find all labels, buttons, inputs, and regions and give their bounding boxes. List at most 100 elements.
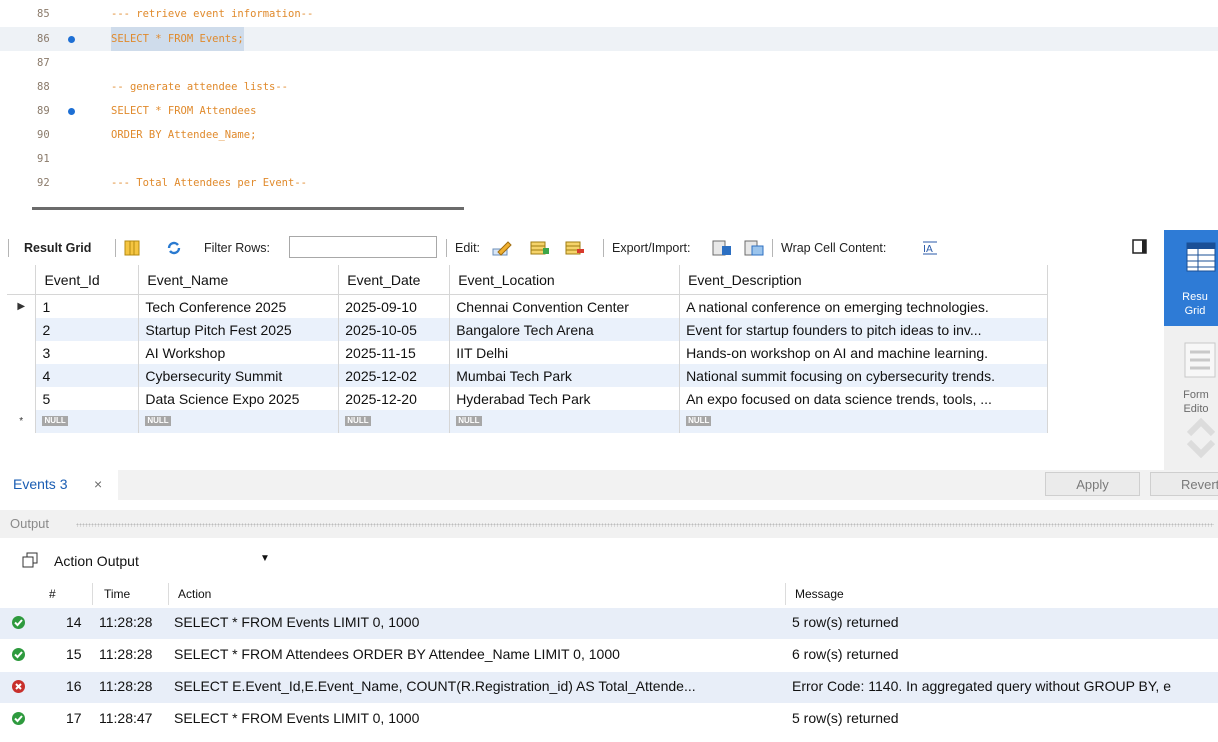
code-line[interactable]: 90 ORDER BY Attendee_Name; (0, 123, 1218, 147)
new-row[interactable]: * NULL NULL NULL NULL NULL (7, 410, 1048, 433)
column-header[interactable]: Time (104, 587, 130, 601)
table-cell[interactable]: 5 (35, 387, 140, 410)
table-cell[interactable]: 2025-12-02 (338, 364, 451, 387)
null-cell[interactable]: NULL (338, 410, 451, 433)
log-time: 11:28:28 (99, 646, 153, 662)
code-line-active[interactable]: 86 SELECT * FROM Events; (0, 27, 1218, 51)
grid-icon (1186, 242, 1216, 272)
chevron-down-icon: ▼ (260, 553, 270, 564)
table-cell[interactable]: Hyderabad Tech Park (449, 387, 681, 410)
table-cell[interactable]: Chennai Convention Center (449, 294, 681, 318)
tab-events-3[interactable]: Events 3 × (0, 470, 118, 500)
toggle-panel-icon[interactable] (1132, 239, 1148, 255)
log-row[interactable]: 14 11:28:28 SELECT * FROM Events LIMIT 0… (0, 608, 1218, 639)
table-cell[interactable]: Bangalore Tech Arena (449, 318, 681, 341)
table-cell[interactable]: AI Workshop (138, 341, 340, 364)
code-text: SELECT * FROM Attendees (111, 105, 257, 117)
import-icon[interactable] (744, 240, 764, 256)
revert-button[interactable]: Revert (1150, 472, 1218, 496)
result-tabs: Events 3 × Apply Revert (0, 470, 1218, 500)
log-message: 5 row(s) returned (792, 614, 899, 630)
code-line[interactable]: 92 --- Total Attendees per Event-- (0, 171, 1218, 195)
form-editor-icon[interactable] (1184, 342, 1216, 378)
log-row[interactable]: 16 11:28:28 SELECT E.Event_Id,E.Event_Na… (0, 672, 1218, 703)
table-cell[interactable]: Startup Pitch Fest 2025 (138, 318, 340, 341)
sql-editor[interactable]: 85 --- retrieve event information-- 86 S… (0, 0, 1218, 210)
table-cell[interactable]: Mumbai Tech Park (449, 364, 681, 387)
result-grid-panel-button[interactable]: Resu Grid (1164, 230, 1218, 326)
scroll-arrows-icon[interactable] (1186, 416, 1216, 460)
column-header[interactable]: Message (795, 587, 844, 601)
apply-button[interactable]: Apply (1045, 472, 1140, 496)
column-header[interactable]: Event_Name (138, 265, 340, 295)
grid-view-icon[interactable] (124, 240, 140, 256)
delete-row-icon[interactable] (565, 240, 585, 256)
table-cell[interactable]: 2025-09-10 (338, 294, 451, 318)
code-line[interactable]: 87 (0, 51, 1218, 75)
refresh-icon[interactable] (166, 240, 182, 256)
row-header[interactable] (7, 387, 37, 410)
null-cell[interactable]: NULL (679, 410, 1048, 433)
column-header[interactable]: Event_Description (679, 265, 1048, 295)
table-cell[interactable]: 2025-10-05 (338, 318, 451, 341)
table-cell[interactable]: Tech Conference 2025 (138, 294, 340, 318)
edit-row-icon[interactable] (492, 240, 514, 256)
table-cell[interactable]: 2 (35, 318, 140, 341)
export-icon[interactable] (712, 240, 732, 256)
table-cell[interactable]: 2025-11-15 (338, 341, 451, 364)
table-cell[interactable]: 2025-12-20 (338, 387, 451, 410)
table-row[interactable]: 4 Cybersecurity Summit 2025-12-02 Mumbai… (7, 364, 1048, 387)
filter-rows-input[interactable] (289, 236, 437, 258)
table-cell[interactable]: 4 (35, 364, 140, 387)
log-row[interactable]: 15 11:28:28 SELECT * FROM Attendees ORDE… (0, 640, 1218, 671)
column-header[interactable]: Event_Date (338, 265, 451, 295)
log-action: SELECT * FROM Events LIMIT 0, 1000 (174, 614, 420, 630)
row-header[interactable] (7, 364, 37, 387)
table-cell[interactable]: Cybersecurity Summit (138, 364, 340, 387)
table-cell[interactable]: IIT Delhi (449, 341, 681, 364)
code-line[interactable]: 88 -- generate attendee lists-- (0, 75, 1218, 99)
export-import-label: Export/Import: (612, 241, 691, 255)
table-cell[interactable]: Event for startup founders to pitch idea… (679, 318, 1048, 341)
row-header[interactable] (7, 318, 37, 341)
wrap-cell-icon[interactable]: IA (922, 240, 938, 256)
table-cell[interactable]: 1 (35, 294, 140, 318)
result-grid-tab[interactable]: Result Grid (24, 232, 91, 264)
table-cell[interactable]: 3 (35, 341, 140, 364)
table-cell[interactable]: Data Science Expo 2025 (138, 387, 340, 410)
code-line[interactable]: 91 (0, 147, 1218, 171)
result-grid[interactable]: Event_Id Event_Name Event_Date Event_Loc… (7, 265, 1048, 450)
null-badge: NULL (456, 415, 482, 426)
action-output-dropdown[interactable]: Action Output ▼ (50, 549, 275, 573)
copy-icon[interactable] (22, 552, 38, 568)
column-header[interactable]: Action (178, 587, 211, 601)
log-row[interactable]: 17 11:28:47 SELECT * FROM Events LIMIT 0… (0, 704, 1218, 735)
table-row[interactable]: ▶ 1 Tech Conference 2025 2025-09-10 Chen… (7, 294, 1048, 318)
column-header[interactable]: # (49, 587, 56, 601)
code-line[interactable]: 85 --- retrieve event information-- (0, 2, 1218, 26)
null-cell[interactable]: NULL (138, 410, 340, 433)
table-row[interactable]: 5 Data Science Expo 2025 2025-12-20 Hyde… (7, 387, 1048, 410)
null-cell[interactable]: NULL (35, 410, 140, 433)
column-header[interactable]: Event_Id (35, 265, 140, 295)
close-icon[interactable]: × (94, 476, 102, 492)
divider (603, 239, 604, 257)
current-row-icon[interactable]: ▶ (7, 294, 37, 318)
null-cell[interactable]: NULL (449, 410, 681, 433)
log-time: 11:28:28 (99, 614, 153, 630)
table-cell[interactable]: National summit focusing on cybersecurit… (679, 364, 1048, 387)
add-row-icon[interactable] (530, 240, 550, 256)
line-number: 89 (37, 105, 50, 117)
new-row-marker[interactable]: * (7, 410, 37, 433)
table-row[interactable]: 3 AI Workshop 2025-11-15 IIT Delhi Hands… (7, 341, 1048, 364)
column-header[interactable]: Event_Location (449, 265, 681, 295)
line-number: 88 (37, 81, 50, 93)
table-row[interactable]: 2 Startup Pitch Fest 2025 2025-10-05 Ban… (7, 318, 1048, 341)
log-number: 14 (66, 614, 82, 630)
horizontal-scrollbar[interactable] (32, 207, 464, 210)
code-line[interactable]: 89 SELECT * FROM Attendees (0, 99, 1218, 123)
table-cell[interactable]: Hands-on workshop on AI and machine lear… (679, 341, 1048, 364)
table-cell[interactable]: A national conference on emerging techno… (679, 294, 1048, 318)
table-cell[interactable]: An expo focused on data science trends, … (679, 387, 1048, 410)
row-header[interactable] (7, 341, 37, 364)
